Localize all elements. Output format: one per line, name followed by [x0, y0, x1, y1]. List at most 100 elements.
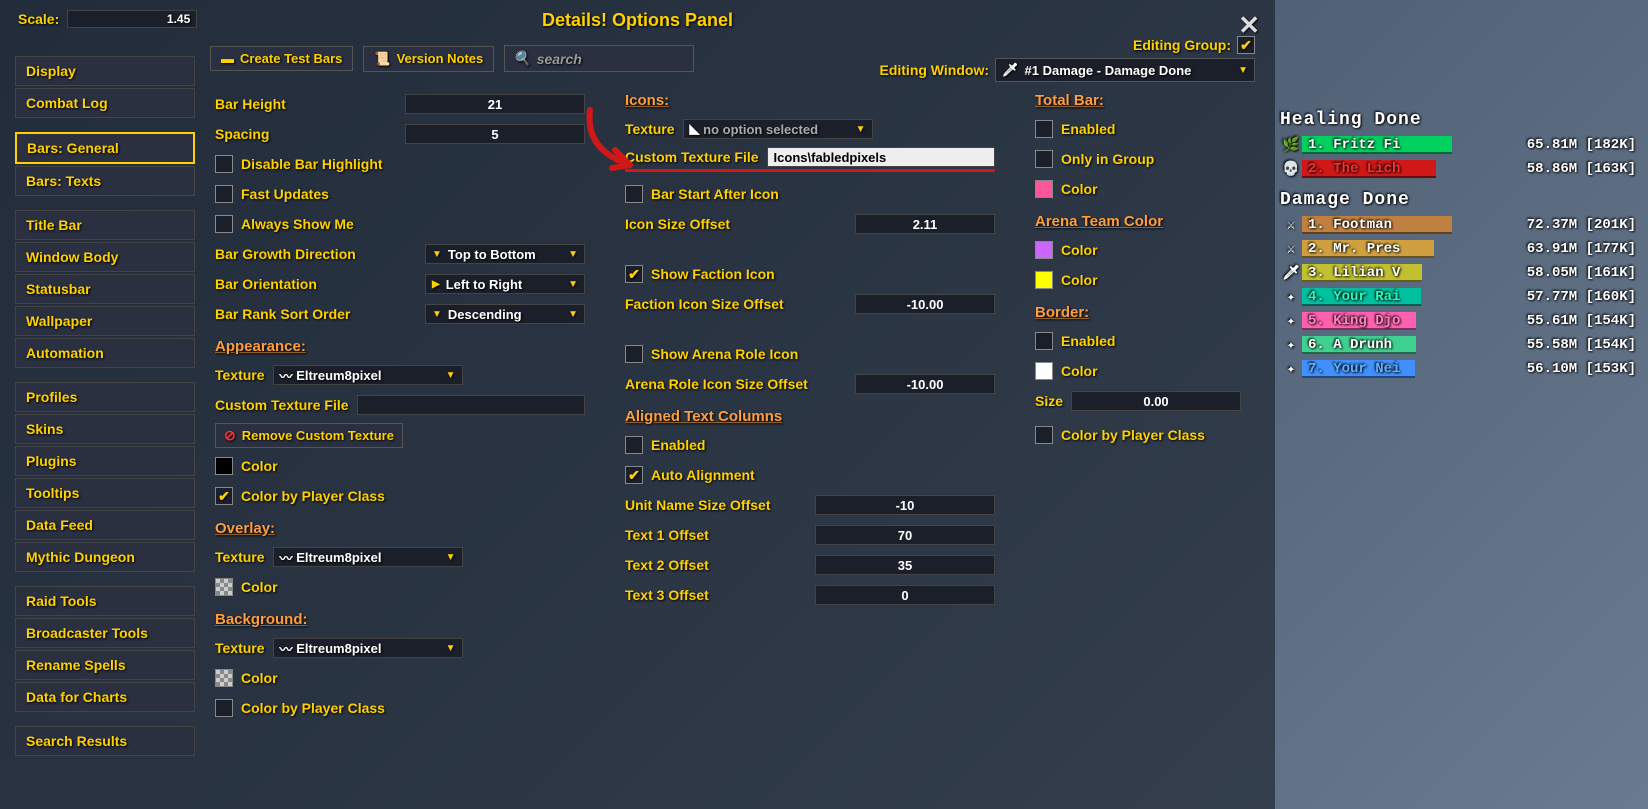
sidebar-item[interactable]: Bars: Texts [15, 166, 195, 196]
total-bar-head: Total Bar: [1035, 92, 1255, 109]
meter-bar[interactable]: ⚔1. Footman72.37M [201K] [1280, 214, 1640, 236]
text1-offset-input[interactable]: 70 [815, 525, 995, 545]
custom-texture-file-input[interactable]: Icons\fabledpixels [767, 147, 995, 167]
options-panel: Details! Options Panel ✕ Scale: 1.45 ▬ C… [0, 0, 1275, 809]
sidebar-item[interactable]: Tooltips [15, 478, 195, 508]
meter-bar[interactable]: 🌿1. Fritz Fi65.81M [182K] [1280, 134, 1640, 156]
editing-window-dropdown[interactable]: 🗡 #1 Damage - Damage Done ▼ [995, 58, 1255, 82]
sort-order-dropdown[interactable]: ▼Descending▼ [425, 304, 585, 324]
column-2: Icons: Texture ◣ no option selected▼ Cus… [625, 92, 995, 726]
class-icon: ⚔ [1280, 238, 1302, 260]
tb-color-swatch[interactable] [1035, 180, 1053, 198]
tb-enabled-checkbox[interactable] [1035, 120, 1053, 138]
sidebar-item[interactable]: Profiles [15, 382, 195, 412]
version-notes-button[interactable]: 📜 Version Notes [363, 46, 494, 72]
remove-custom-texture-button[interactable]: ⊘ Remove Custom Texture [215, 423, 403, 448]
sidebar-item[interactable]: Search Results [15, 726, 195, 756]
faction-offset-input[interactable]: -10.00 [855, 294, 995, 314]
orientation-dropdown[interactable]: ▶Left to Right▼ [425, 274, 585, 294]
appearance-custom-file-input[interactable] [357, 395, 585, 415]
meter-bar[interactable]: ✦5. King Djo55.61M [154K] [1280, 310, 1640, 332]
show-faction-checkbox[interactable]: ✔ [625, 265, 643, 283]
editing-group-label: Editing Group: [1133, 37, 1231, 53]
forbid-icon: ⊘ [224, 427, 236, 444]
sidebar-item[interactable]: Statusbar [15, 274, 195, 304]
arena-color1-swatch[interactable] [1035, 241, 1053, 259]
spacing-input[interactable]: 5 [405, 124, 585, 144]
meter-bar[interactable]: ✦4. Your Rai57.77M [160K] [1280, 286, 1640, 308]
icon-size-offset-input[interactable]: 2.11 [855, 214, 995, 234]
overlay-head: Overlay: [215, 520, 585, 537]
sidebar-item[interactable]: Rename Spells [15, 650, 195, 680]
background-color-swatch[interactable] [215, 669, 233, 687]
class-icon: ✦ [1280, 358, 1302, 380]
sidebar-item[interactable]: Skins [15, 414, 195, 444]
create-test-bars-button[interactable]: ▬ Create Test Bars [210, 46, 353, 71]
healing-done-header: Healing Done [1280, 110, 1640, 130]
icons-texture-dropdown[interactable]: ◣ no option selected▼ [683, 119, 873, 139]
sidebar-item[interactable]: Bars: General [15, 132, 195, 164]
sidebar-item[interactable]: Automation [15, 338, 195, 368]
scale-slider[interactable]: 1.45 [67, 10, 197, 28]
border-size-input[interactable]: 0.00 [1071, 391, 1241, 411]
always-show-me-checkbox[interactable] [215, 215, 233, 233]
text3-offset-input[interactable]: 0 [815, 585, 995, 605]
appearance-color-swatch[interactable] [215, 457, 233, 475]
class-icon: 💀 [1280, 158, 1302, 180]
meter-bar[interactable]: 🗡3. Lilian V58.05M [161K] [1280, 262, 1640, 284]
column-3: Total Bar: Enabled Only in Group Color A… [1035, 92, 1255, 726]
meter-bar[interactable]: ✦7. Your Nei56.10M [153K] [1280, 358, 1640, 380]
sidebar-item[interactable]: Plugins [15, 446, 195, 476]
class-icon: ✦ [1280, 286, 1302, 308]
scale-label: Scale: [18, 11, 59, 27]
class-icon: ✦ [1280, 310, 1302, 332]
appearance-colorbyclass-checkbox[interactable]: ✔ [215, 487, 233, 505]
custom-texture-file-label: Custom Texture File [625, 149, 759, 165]
sidebar-item[interactable]: Window Body [15, 242, 195, 272]
sidebar-item[interactable]: Data Feed [15, 510, 195, 540]
arena-offset-input[interactable]: -10.00 [855, 374, 995, 394]
sidebar-item[interactable]: Data for Charts [15, 682, 195, 712]
meter-bar[interactable]: ⚔2. Mr. Pres63.91M [177K] [1280, 238, 1640, 260]
spacing-label: Spacing [215, 126, 269, 142]
meter-bar[interactable]: 💀2. The Lich58.86M [163K] [1280, 158, 1640, 180]
sidebar-item[interactable]: Display [15, 56, 195, 86]
sidebar-item[interactable]: Broadcaster Tools [15, 618, 195, 648]
sidebar-item[interactable]: Wallpaper [15, 306, 195, 336]
border-color-swatch[interactable] [1035, 362, 1053, 380]
atc-auto-checkbox[interactable]: ✔ [625, 466, 643, 484]
sidebar-item[interactable]: Title Bar [15, 210, 195, 240]
border-enabled-checkbox[interactable] [1035, 332, 1053, 350]
bar-height-label: Bar Height [215, 96, 286, 112]
atc-enabled-checkbox[interactable] [625, 436, 643, 454]
sidebar-item[interactable]: Mythic Dungeon [15, 542, 195, 572]
bar-height-input[interactable]: 21 [405, 94, 585, 114]
unknown-icon: ◣ [690, 121, 700, 137]
scroll-icon: 📜 [374, 51, 390, 67]
arena-color2-swatch[interactable] [1035, 271, 1053, 289]
background-texture-dropdown[interactable]: 〰 Eltreum8pixel▼ [273, 638, 463, 658]
unit-name-offset-input[interactable]: -10 [815, 495, 995, 515]
border-colorbyclass-checkbox[interactable] [1035, 426, 1053, 444]
icons-head: Icons: [625, 92, 995, 109]
background-colorbyclass-checkbox[interactable] [215, 699, 233, 717]
growth-dropdown[interactable]: ▼Top to Bottom▼ [425, 244, 585, 264]
search-input[interactable]: 🔍 search [504, 45, 694, 72]
overlay-color-swatch[interactable] [215, 578, 233, 596]
meter-bar[interactable]: ✦6. A Drunh55.58M [154K] [1280, 334, 1640, 356]
damage-done-header: Damage Done [1280, 190, 1640, 210]
appearance-texture-dropdown[interactable]: 〰 Eltreum8pixel▼ [273, 365, 463, 385]
background-head: Background: [215, 611, 585, 628]
text2-offset-input[interactable]: 35 [815, 555, 995, 575]
chevron-down-icon: ▼ [1238, 65, 1248, 76]
tb-group-checkbox[interactable] [1035, 150, 1053, 168]
disable-highlight-checkbox[interactable] [215, 155, 233, 173]
bar-start-after-icon-checkbox[interactable] [625, 185, 643, 203]
sidebar-item[interactable]: Combat Log [15, 88, 195, 118]
editing-group-checkbox[interactable]: ✔ [1237, 36, 1255, 54]
show-arena-checkbox[interactable] [625, 345, 643, 363]
fast-updates-checkbox[interactable] [215, 185, 233, 203]
class-icon: 🗡 [1280, 262, 1302, 284]
overlay-texture-dropdown[interactable]: 〰 Eltreum8pixel▼ [273, 547, 463, 567]
sidebar-item[interactable]: Raid Tools [15, 586, 195, 616]
